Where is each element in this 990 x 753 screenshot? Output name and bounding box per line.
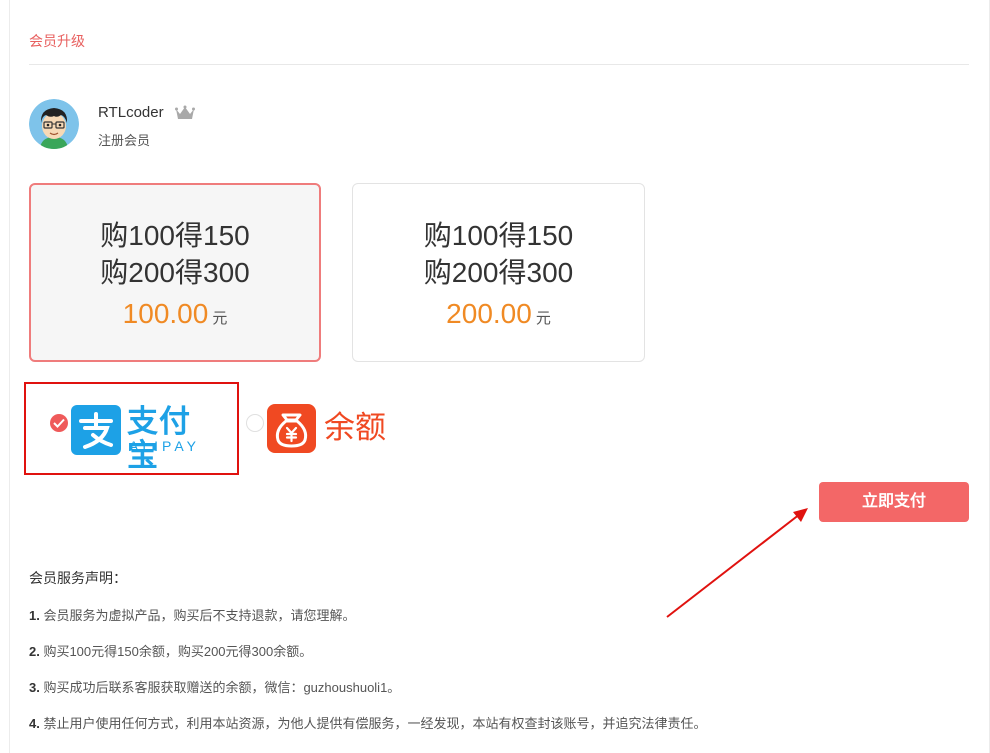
notice-item: 3. 购买成功后联系客服获取赠送的余额，微信：guzhoushuoli1。: [29, 677, 400, 696]
page-title: 会员升级: [29, 33, 85, 49]
title-divider: [29, 64, 969, 65]
notice-item-num: 4.: [29, 716, 40, 731]
notice-item-text: 会员服务为虚拟产品，购买后不支持退款，请您理解。: [39, 608, 356, 623]
notice-item-num: 3.: [29, 680, 40, 695]
balance-name: 余额: [324, 410, 386, 446]
price-row: 100.00 元: [31, 296, 319, 337]
plan-line-1: 购100得150: [100, 220, 250, 251]
money-bag-icon: [267, 404, 316, 453]
alipay-logo-icon: [71, 405, 121, 455]
plan-line-1: 购100得150: [423, 220, 574, 251]
price-unit: 元: [535, 310, 551, 327]
notice-item-num: 1.: [29, 608, 40, 623]
notice-item-text: 购买100元得150余额，购买200元得300余额。: [39, 644, 313, 659]
plan-price: 200.00: [446, 298, 532, 329]
notice-item: 1. 会员服务为虚拟产品，购买后不支持退款，请您理解。: [29, 605, 355, 624]
username: RTLcoder: [98, 104, 164, 121]
radio-checked-icon[interactable]: [50, 414, 68, 432]
notice-item: 2. 购买100元得150余额，购买200元得300余额。: [29, 641, 312, 660]
annotation-arrow-icon: [666, 508, 808, 618]
alipay-sub: ALIPAY: [129, 438, 200, 454]
avatar: [29, 99, 79, 149]
plan-card-200[interactable]: 购100得150 购200得300 200.00 元: [352, 183, 645, 362]
notice-title: 会员服务声明：: [29, 570, 127, 586]
left-divider: [9, 0, 10, 753]
pay-now-button[interactable]: 立即支付: [819, 482, 969, 522]
payment-option-alipay[interactable]: 支付宝 ALIPAY: [24, 382, 239, 475]
plan-line-2: 购200得300: [423, 257, 574, 288]
notice-item-text: 购买成功后联系客服获取赠送的余额，微信：guzhoushuoli1。: [39, 680, 401, 695]
payment-option-balance[interactable]: 余额: [243, 402, 393, 456]
radio-unchecked-icon[interactable]: [246, 414, 264, 432]
crown-icon: [175, 105, 195, 121]
membership-upgrade-page: 会员升级 RTLcoder 注册会员 购100得150 购200得300 100…: [0, 0, 990, 753]
plan-line-2: 购200得300: [100, 257, 250, 288]
notice-item: 4. 禁止用户使用任何方式，利用本站资源，为他人提供有偿服务，一经发现，本站有权…: [29, 713, 706, 732]
notice-item-num: 2.: [29, 644, 40, 659]
notice-item-text: 禁止用户使用任何方式，利用本站资源，为他人提供有偿服务，一经发现，本站有权查封该…: [39, 716, 707, 731]
alipay-logo: 支付宝 ALIPAY: [71, 405, 213, 473]
price-row: 200.00 元: [353, 296, 644, 337]
plan-price: 100.00: [122, 298, 209, 329]
member-level: 注册会员: [98, 133, 151, 148]
price-unit: 元: [212, 310, 228, 327]
plan-card-100[interactable]: 购100得150 购200得300 100.00 元: [29, 183, 321, 362]
